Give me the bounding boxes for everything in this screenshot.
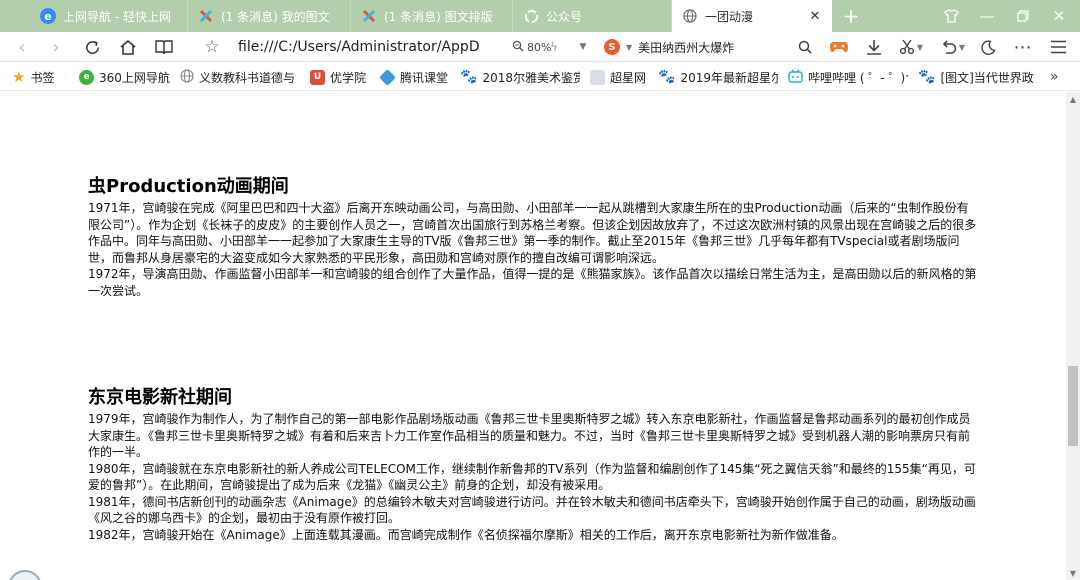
scroll-down-icon[interactable]: ▼ bbox=[1066, 566, 1080, 580]
undo-icon[interactable]: ▼ bbox=[936, 32, 970, 62]
bookmark-folder[interactable]: ★ 书签 bbox=[12, 63, 72, 91]
sogou-search-icon: S bbox=[604, 39, 620, 55]
more-bookmarks-icon[interactable]: » bbox=[1050, 63, 1070, 91]
page-content: 虫Production动画期间 1971年，宫崎骏在完成《阿里巴巴和四十大盗》后… bbox=[0, 92, 1066, 580]
close-tab-icon[interactable]: ✕ bbox=[808, 9, 822, 24]
bookmark-label: 腾讯课堂 bbox=[400, 70, 449, 85]
bookmark-item[interactable]: 🐾 2018尔雅美术鉴赏 bbox=[460, 63, 580, 91]
bookmark-label: [图文]当代世界政 bbox=[940, 70, 1034, 85]
globe-icon bbox=[682, 8, 698, 24]
paw-icon: 🐾 bbox=[460, 69, 478, 85]
back-icon[interactable]: ‹ bbox=[10, 32, 34, 62]
tab-article-layout[interactable]: (1 条消息) 图文排版 bbox=[351, 0, 513, 32]
star-icon: ★ bbox=[12, 68, 26, 86]
colorful-x-icon bbox=[361, 8, 377, 24]
menu-icon[interactable] bbox=[1046, 32, 1070, 62]
minimize-icon[interactable]: — bbox=[970, 0, 1004, 32]
tab-navigation[interactable]: e 上网导航 - 轻快上网 bbox=[30, 0, 188, 32]
youxueyuan-icon: U bbox=[310, 69, 325, 85]
tab-title: (1 条消息) 图文排版 bbox=[384, 9, 493, 24]
section-tokyo-movie-shinsha: 东京电影新社期间 1979年，宫崎骏作为制作人，为了制作自己的第一部电影作品剧场… bbox=[88, 387, 978, 543]
chaoxing-icon bbox=[590, 69, 605, 85]
close-window-icon[interactable]: ✕ bbox=[1042, 0, 1076, 32]
section-mushi-production: 虫Production动画期间 1971年，宫崎骏在完成《阿里巴巴和四十大盗》后… bbox=[88, 176, 978, 299]
paragraph: 1972年，导演高田勋、作画监督小田部羊一和宫崎骏的组合创作了大量作品，值得一提… bbox=[88, 267, 977, 298]
night-mode-icon[interactable] bbox=[976, 32, 1000, 62]
paragraph: 1971年，宫崎骏在完成《阿里巴巴和四十大盗》后离开东映动画公司，与高田勋、小田… bbox=[88, 201, 977, 265]
paragraph: 1982年，宫崎骏开始在《Animage》上面连载其漫画。而宫崎完成制作《名侦探… bbox=[88, 527, 844, 542]
vertical-scrollbar[interactable]: ▲ ▼ bbox=[1066, 92, 1080, 580]
bookmark-item[interactable]: 超星网 bbox=[590, 63, 650, 91]
more-icon[interactable]: ⋯ bbox=[1010, 32, 1036, 62]
tab-title: 公众号 bbox=[546, 9, 583, 24]
tencent-class-icon bbox=[380, 68, 396, 86]
bookmark-label: 书签 bbox=[30, 70, 55, 85]
paragraph: 1980年，宫崎骏就在东京电影新社的新人养成公司TELECOM工作，继续制作新鲁… bbox=[88, 461, 976, 493]
restore-icon[interactable] bbox=[1006, 0, 1040, 32]
tab-yituan-dongman[interactable]: 一团动漫 ✕ bbox=[672, 0, 832, 32]
search-icon[interactable] bbox=[794, 32, 816, 62]
paragraph: 1981年，德间书店新创刊的动画杂志《Animage》的总编铃木敏夫对宫崎骏进行… bbox=[88, 494, 976, 526]
new-tab-icon[interactable]: + bbox=[834, 0, 868, 32]
section-heading: 虫Production动画期间 bbox=[88, 176, 289, 197]
tab-title: 一团动漫 bbox=[705, 9, 754, 24]
search-query: 美田纳西州大爆炸 bbox=[638, 40, 735, 55]
bookmark-item[interactable]: 腾讯课堂 bbox=[380, 63, 452, 91]
url-field[interactable]: file:///C:/Users/Administrator/AppD bbox=[238, 32, 508, 62]
lightning-icon[interactable]: ϟ bbox=[546, 32, 562, 62]
bookmark-label: 360上网导航 bbox=[99, 70, 170, 85]
colorful-x-icon bbox=[198, 8, 214, 24]
refresh-icon[interactable] bbox=[80, 32, 104, 62]
e-browser-icon: e bbox=[40, 8, 56, 24]
bookmark-item[interactable]: 🐾 [图文]当代世界政 bbox=[918, 63, 1040, 91]
bookmark-label: 义数教科书道德与 bbox=[199, 70, 296, 85]
gamepad-icon[interactable] bbox=[826, 32, 852, 62]
scissors-icon[interactable]: ▼ bbox=[894, 32, 928, 62]
zoom-magnifier-icon bbox=[512, 40, 524, 55]
globe-icon bbox=[180, 68, 194, 86]
bookmark-item[interactable]: 义数教科书道德与 bbox=[180, 63, 298, 91]
address-toolbar: ‹ › ☆ file:///C:/Users/Administrator/App… bbox=[0, 32, 1080, 62]
tab-official-account[interactable]: 公众号 bbox=[513, 0, 672, 32]
bookmarks-bar: ★ 书签 e 360上网导航 义数教科书道德与 U 优学院 腾讯课堂 🐾 201… bbox=[0, 63, 1080, 91]
tab-title: (1 条消息) 我的图文 bbox=[221, 9, 330, 24]
scroll-up-icon[interactable]: ▲ bbox=[1066, 92, 1080, 106]
section-heading: 东京电影新社期间 bbox=[88, 387, 232, 408]
bookmark-item[interactable]: 哔哩哔哩 ( ゜- ゜)つ bbox=[788, 63, 908, 91]
search-box[interactable]: S ▼ 美田纳西州大爆炸 bbox=[604, 32, 819, 62]
tab-title: 上网导航 - 轻快上网 bbox=[63, 9, 171, 24]
360-icon: e bbox=[79, 69, 94, 85]
chevron-down-icon[interactable]: ▼ bbox=[626, 43, 632, 52]
shirt-skin-icon[interactable] bbox=[934, 0, 968, 32]
bookmark-item[interactable]: e 360上网导航 bbox=[79, 63, 175, 91]
paw-icon: 🐾 bbox=[918, 69, 936, 85]
home-icon[interactable] bbox=[115, 32, 141, 62]
bookmark-label: 超星网 bbox=[610, 70, 647, 85]
paragraph: 1979年，宫崎骏作为制作人，为了制作自己的第一部电影作品剧场版动画《鲁邦三世卡… bbox=[88, 412, 971, 459]
bookmark-label: 哔哩哔哩 ( ゜- ゜)つ bbox=[808, 70, 908, 85]
tab-my-articles[interactable]: (1 条消息) 我的图文 bbox=[188, 0, 351, 32]
floating-circle-icon[interactable] bbox=[8, 570, 42, 580]
wechat-spin-icon bbox=[523, 8, 539, 24]
bookmark-item[interactable]: 🐾 2019年最新超星尔 bbox=[658, 63, 778, 91]
bilibili-icon bbox=[788, 68, 803, 86]
reading-mode-icon[interactable] bbox=[151, 32, 177, 62]
bookmark-label: 2019年最新超星尔 bbox=[680, 70, 778, 85]
bookmark-item[interactable]: U 优学院 bbox=[310, 63, 374, 91]
bookmark-label: 2018尔雅美术鉴赏 bbox=[482, 70, 580, 85]
download-icon[interactable] bbox=[862, 32, 886, 62]
forward-icon[interactable]: › bbox=[44, 32, 68, 62]
star-bookmark-icon[interactable]: ☆ bbox=[200, 32, 224, 62]
tab-strip: e 上网导航 - 轻快上网 (1 条消息) 我的图文 (1 条消息) 图文排版 … bbox=[0, 0, 1080, 32]
scroll-thumb[interactable] bbox=[1068, 366, 1078, 446]
bookmark-label: 优学院 bbox=[330, 70, 367, 85]
chevron-down-icon[interactable]: ▼ bbox=[576, 32, 590, 62]
paw-icon: 🐾 bbox=[658, 69, 676, 85]
